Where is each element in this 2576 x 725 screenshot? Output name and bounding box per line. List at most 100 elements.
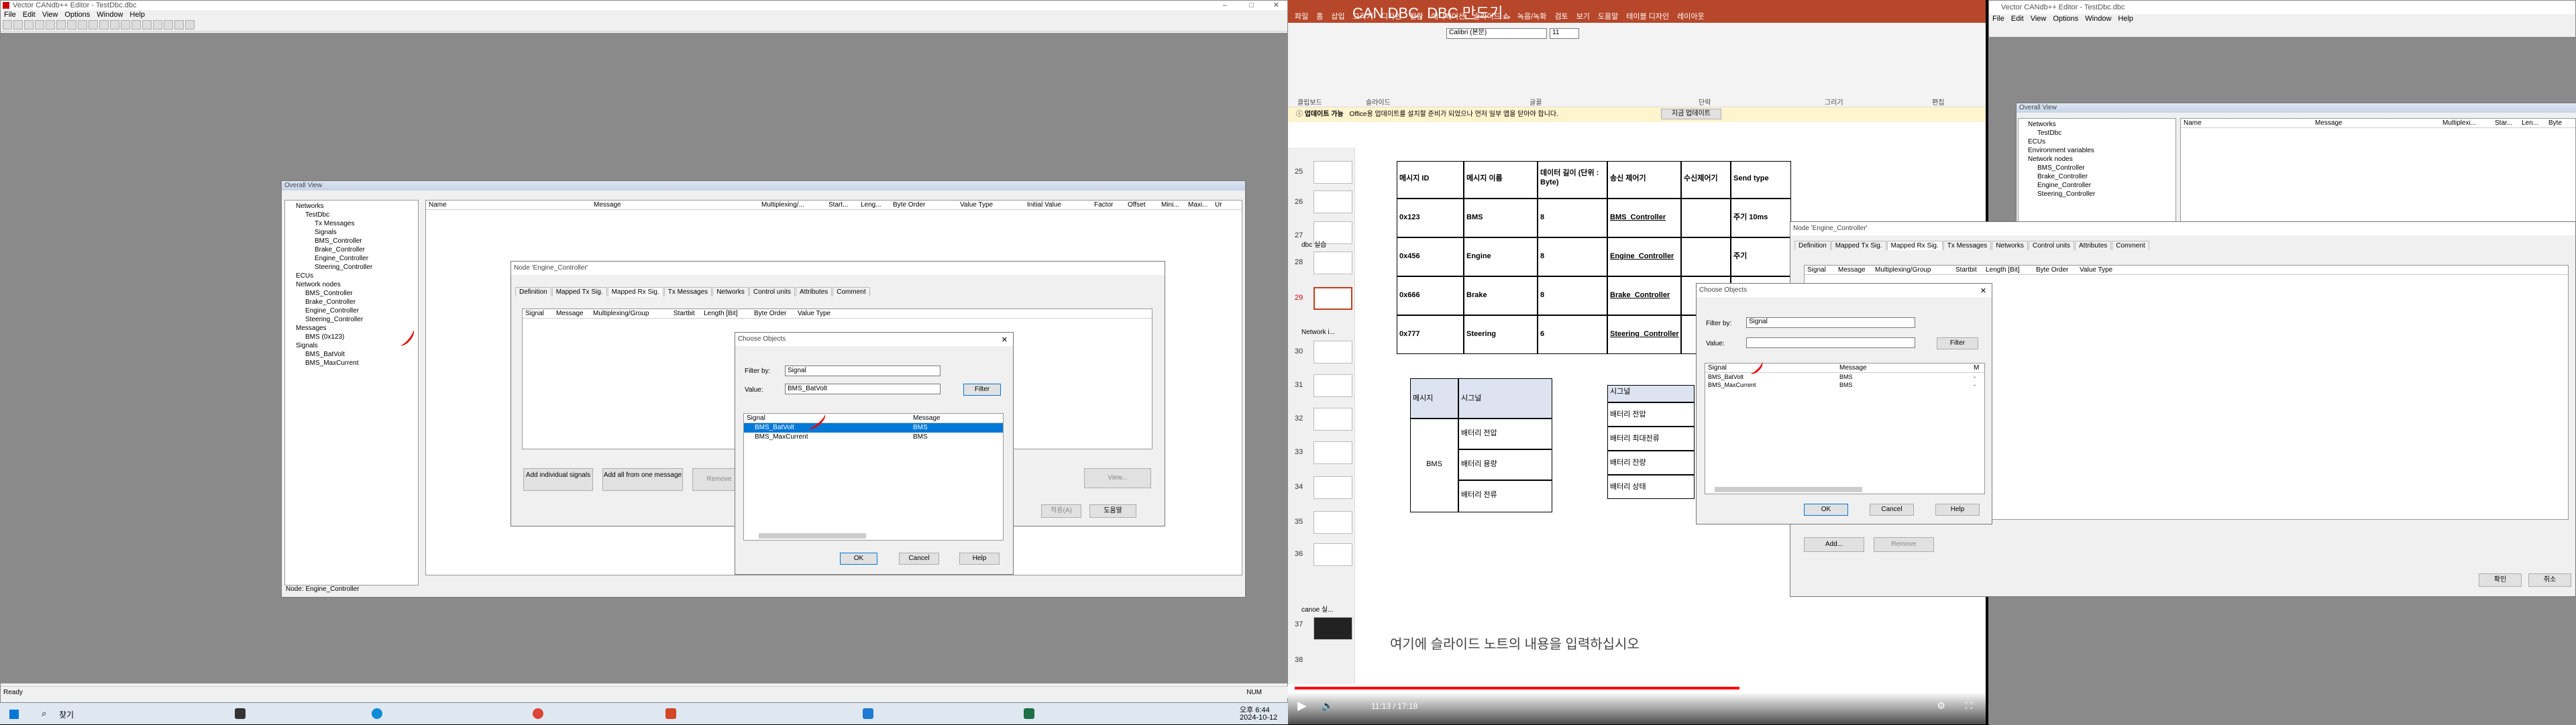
tree-item[interactable]: Steering_Controller [288, 263, 415, 272]
horizontal-scrollbar[interactable] [759, 533, 866, 539]
section-label[interactable]: dbc 실습 [1301, 239, 1326, 249]
tree-item[interactable]: Networks [288, 202, 415, 211]
slide-thumbnail[interactable] [1313, 252, 1352, 274]
add-individual-signals-button[interactable]: Add individual signals [523, 468, 593, 491]
close-button[interactable]: ✕ [1273, 1, 1279, 10]
filter-button[interactable]: Filter [963, 384, 1001, 396]
tab-control-units[interactable]: Control units [749, 287, 796, 296]
slide-thumbnail[interactable] [1313, 408, 1352, 431]
clock-date[interactable]: 2024-10-12 [1240, 714, 1277, 722]
tree-item[interactable]: Messages [288, 324, 415, 333]
tree-item[interactable]: Steering_Controller [288, 315, 415, 324]
value-input[interactable]: BMS_BatVolt [785, 384, 941, 394]
tab-mapped-rx[interactable]: Mapped Rx Sig. [607, 287, 663, 296]
open-icon[interactable] [13, 20, 23, 30]
save-icon[interactable] [24, 20, 34, 30]
start-icon[interactable] [9, 710, 19, 719]
menu-edit[interactable]: Edit [23, 11, 36, 19]
remove-button[interactable]: Remove [1874, 537, 1934, 552]
tree-item[interactable]: TestDbc [288, 211, 415, 219]
menu-help[interactable]: Help [129, 11, 145, 19]
close-icon[interactable]: ✕ [1980, 286, 1986, 295]
cascade-icon[interactable] [174, 20, 184, 30]
columns-icon[interactable] [131, 20, 141, 30]
tree-item[interactable]: Brake_Controller [288, 245, 415, 254]
section-label[interactable]: canoe 실... [1301, 604, 1334, 614]
list-item[interactable]: BMS_MaxCurrent BMS - [1705, 381, 1984, 389]
new-icon[interactable] [3, 20, 12, 30]
tree-item[interactable]: BMS_Controller [288, 237, 415, 245]
grid-icon[interactable] [99, 20, 109, 30]
rows-icon[interactable] [142, 20, 152, 30]
tree-item[interactable]: Engine_Controller [288, 306, 415, 315]
window-icon[interactable] [153, 20, 162, 30]
slide-thumbnail[interactable] [1313, 476, 1352, 499]
slide-thumbnail[interactable] [1313, 617, 1352, 640]
font-size-box[interactable]: 11 [1550, 28, 1579, 39]
video-progress[interactable] [1295, 687, 1979, 689]
cancel-button[interactable]: Cancel [1870, 504, 1914, 516]
list-item[interactable]: BMS_BatVolt BMS [744, 423, 1003, 433]
tab-definition[interactable]: Definition [515, 287, 551, 296]
paste-icon[interactable] [56, 20, 66, 30]
tab-mapped-tx[interactable]: Mapped Tx Sig. [551, 287, 607, 296]
table-icon[interactable] [121, 20, 130, 30]
slide-thumbnail[interactable] [1313, 161, 1352, 184]
tab-tx-messages[interactable]: Tx Messages [663, 287, 712, 296]
slide-thumbnail[interactable] [1313, 287, 1352, 310]
vscode-icon[interactable] [863, 708, 873, 719]
delete-icon[interactable] [67, 20, 76, 30]
tile-icon[interactable] [164, 20, 173, 30]
tab-attributes[interactable]: Attributes [796, 287, 833, 296]
excel-icon[interactable] [1024, 708, 1034, 719]
menu-view[interactable]: View [42, 11, 58, 19]
settings-icon[interactable]: ⚙ [1937, 700, 1945, 712]
minimize-button[interactable]: – [1223, 1, 1227, 10]
tree-item[interactable]: Signals [288, 228, 415, 237]
view-button[interactable]: View... [1084, 468, 1151, 488]
list-item[interactable]: BMS_MaxCurrent BMS [744, 433, 1003, 442]
tab-networks[interactable]: Networks [712, 287, 749, 296]
tab-comment[interactable]: Comment [833, 287, 870, 296]
section-label[interactable]: Network i... [1301, 329, 1335, 336]
horizontal-scrollbar[interactable] [1715, 487, 1862, 492]
cut-icon[interactable] [35, 20, 44, 30]
tree-item[interactable]: ECUs [288, 272, 415, 280]
fullscreen-icon[interactable]: ⛶ [1966, 700, 1972, 712]
arrange-icon[interactable] [185, 20, 195, 30]
menu-options[interactable]: Options [64, 11, 90, 19]
play-icon[interactable]: ▶ [1297, 699, 1307, 713]
tree-item[interactable]: BMS (0x123) [288, 333, 415, 341]
list-icon[interactable] [89, 20, 98, 30]
cancel-button[interactable]: 취소 [2528, 573, 2571, 587]
slide-thumbnail[interactable] [1313, 511, 1352, 534]
tree-item[interactable]: BMS_Controller [288, 289, 415, 298]
slide-thumbnail[interactable] [1313, 341, 1352, 364]
list-item[interactable]: BMS_BatVolt BMS - [1705, 373, 1984, 381]
tree-item[interactable]: Network nodes [288, 280, 415, 289]
value-input[interactable] [1746, 337, 1915, 348]
details-icon[interactable] [110, 20, 119, 30]
help-button[interactable]: Help [959, 553, 1000, 565]
maximize-button[interactable]: □ [1249, 1, 1254, 10]
volume-icon[interactable]: 🔊 [1322, 700, 1333, 712]
tree-item[interactable]: BMS_BatVolt [288, 350, 415, 359]
add-all-button[interactable]: Add all from one message [602, 468, 683, 491]
font-name-box[interactable]: Calibri (본문) [1446, 28, 1547, 39]
slide-notes[interactable]: 여기에 슬라이드 노트의 내용을 입력하십시오 [1390, 633, 1640, 653]
add-button[interactable]: Add... [1804, 537, 1864, 552]
filter-select[interactable]: Signal [785, 366, 941, 376]
ok-button[interactable]: OK [1804, 504, 1848, 516]
taskbar-search[interactable]: 찾기 [59, 709, 74, 720]
tree-item[interactable]: Brake_Controller [288, 298, 415, 306]
help-button[interactable]: 도움말 [1089, 504, 1136, 518]
help-button[interactable]: Help [1935, 504, 1980, 516]
tree-item[interactable]: Signals [288, 341, 415, 350]
view-icon[interactable] [78, 20, 87, 30]
filter-select[interactable]: Signal [1746, 317, 1915, 328]
slide-thumbnail[interactable] [1313, 190, 1352, 213]
chrome-icon[interactable] [533, 708, 543, 719]
cancel-button[interactable]: Cancel [899, 553, 939, 565]
filter-button[interactable]: Filter [1937, 337, 1978, 349]
menu-file[interactable]: File [4, 11, 16, 19]
